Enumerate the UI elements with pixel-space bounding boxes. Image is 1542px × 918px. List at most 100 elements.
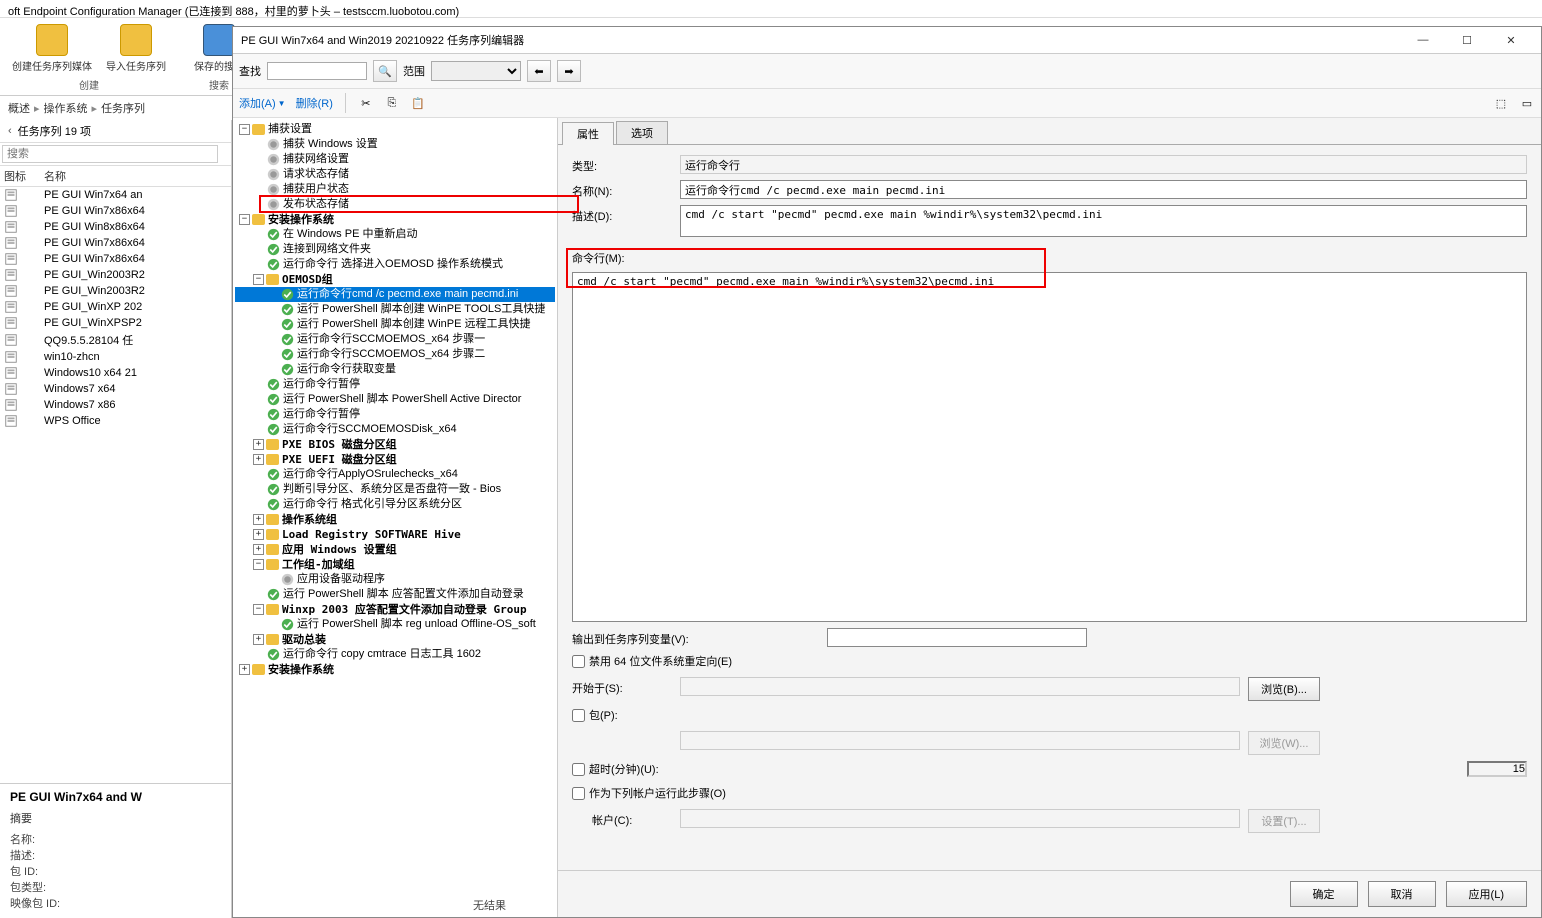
tree-panel[interactable]: −捕获设置捕获 Windows 设置捕获网络设置请求状态存储捕获用户状态发布状态… xyxy=(233,118,558,917)
ts-row[interactable]: WPS Office xyxy=(0,413,231,429)
ok-button[interactable]: 确定 xyxy=(1290,881,1358,907)
ts-row[interactable]: Windows7 x86 xyxy=(0,397,231,413)
tree-node[interactable]: 运行命令行SCCMOEMOSDisk_x64 xyxy=(235,422,555,437)
collapse-icon[interactable]: ▭ xyxy=(1519,95,1535,111)
expand-icon[interactable]: ⬚ xyxy=(1493,95,1509,111)
cancel-button[interactable]: 取消 xyxy=(1368,881,1436,907)
timeout-checkbox[interactable] xyxy=(572,763,585,776)
tree-node[interactable]: 运行命令行cmd /c pecmd.exe main pecmd.ini xyxy=(235,287,555,302)
cut-icon[interactable]: ✂ xyxy=(358,95,374,111)
copy-icon[interactable]: ⎘ xyxy=(384,95,400,111)
package-field xyxy=(680,731,1240,750)
ts-row[interactable]: PE GUI Win7x64 an xyxy=(0,187,231,203)
media-icon xyxy=(36,24,68,56)
browse-pkg-button: 浏览(W)... xyxy=(1248,731,1320,755)
tab-options[interactable]: 选项 xyxy=(616,121,668,144)
ts-row[interactable]: PE GUI Win8x86x64 xyxy=(0,219,231,235)
desc-field[interactable]: cmd /c start "pecmd" pecmd.exe main %win… xyxy=(680,205,1527,237)
tree-node[interactable]: −工作组-加域组 xyxy=(235,557,555,572)
tree-node[interactable]: 在 Windows PE 中重新启动 xyxy=(235,227,555,242)
col-icon[interactable]: 图标 xyxy=(4,168,44,184)
tree-node[interactable]: 捕获用户状态 xyxy=(235,182,555,197)
find-input[interactable] xyxy=(267,62,367,80)
browse-start-button[interactable]: 浏览(B)... xyxy=(1248,677,1320,701)
col-name[interactable]: 名称 xyxy=(44,168,66,184)
close-button[interactable]: ✕ xyxy=(1489,30,1533,50)
remove-button[interactable]: 删除(R) xyxy=(296,95,333,111)
ts-row[interactable]: PE GUI Win7x86x64 xyxy=(0,235,231,251)
edit-toolbar: 添加(A)▼ 删除(R) ✂ ⎘ 📋 ⬚ ▭ xyxy=(233,89,1541,118)
ts-row[interactable]: PE GUI Win7x86x64 xyxy=(0,251,231,267)
tree-node[interactable]: 运行 PowerShell 脚本 应答配置文件添加自动登录 xyxy=(235,587,555,602)
ts-row[interactable]: PE GUI_Win2003R2 xyxy=(0,267,231,283)
find-go-button[interactable]: 🔍 xyxy=(373,60,397,82)
ts-row[interactable]: win10-zhcn xyxy=(0,349,231,365)
tree-node[interactable]: 捕获 Windows 设置 xyxy=(235,137,555,152)
tree-node[interactable]: 运行命令行 选择进入OEMOSD 操作系统模式 xyxy=(235,257,555,272)
tree-node[interactable]: 捕获网络设置 xyxy=(235,152,555,167)
tree-node[interactable]: 运行命令行暂停 xyxy=(235,407,555,422)
dialog-title: PE GUI Win7x64 and Win2019 20210922 任务序列… xyxy=(241,32,524,48)
tree-node[interactable]: 发布状态存储 xyxy=(235,197,555,212)
tree-node[interactable]: 运行命令行获取变量 xyxy=(235,362,555,377)
tree-node[interactable]: +PXE UEFI 磁盘分区组 xyxy=(235,452,555,467)
paste-icon[interactable]: 📋 xyxy=(410,95,426,111)
timeout-field xyxy=(1467,761,1527,777)
tree-node[interactable]: 运行命令行SCCMOEMOS_x64 步骤一 xyxy=(235,332,555,347)
tree-node[interactable]: −OEMOSD组 xyxy=(235,272,555,287)
package-checkbox[interactable] xyxy=(572,709,585,722)
ts-row[interactable]: PE GUI Win7x86x64 xyxy=(0,203,231,219)
detail-panel: PE GUI Win7x64 and W 摘要 名称:描述:包 ID:包类型:映… xyxy=(0,783,231,918)
tree-node[interactable]: 判断引导分区、系统分区是否盘符一致 - Bios xyxy=(235,482,555,497)
tab-properties[interactable]: 属性 xyxy=(562,122,614,145)
scope-select[interactable] xyxy=(431,61,521,81)
tree-node[interactable]: 运行命令行 格式化引导分区系统分区 xyxy=(235,497,555,512)
list-search-input[interactable] xyxy=(2,145,218,163)
tree-node[interactable]: 运行命令行暂停 xyxy=(235,377,555,392)
find-toolbar: 查找 🔍 范围 ⬅ ➡ xyxy=(233,54,1541,89)
ts-row[interactable]: QQ9.5.5.28104 任 xyxy=(0,331,231,349)
tree-node[interactable]: 运行 PowerShell 脚本 PowerShell Active Direc… xyxy=(235,392,555,407)
tree-node[interactable]: +驱动总装 xyxy=(235,632,555,647)
find-next-button[interactable]: ➡ xyxy=(557,60,581,82)
add-button[interactable]: 添加(A)▼ xyxy=(239,95,286,111)
import-ts-button[interactable]: 导入任务序列 xyxy=(102,22,170,75)
find-prev-button[interactable]: ⬅ xyxy=(527,60,551,82)
command-line-field[interactable]: cmd /c start "pecmd" pecmd.exe main %win… xyxy=(572,272,1527,622)
ts-row[interactable]: PE GUI_Win2003R2 xyxy=(0,283,231,299)
ts-row[interactable]: PE GUI_WinXPSP2 xyxy=(0,315,231,331)
ts-row[interactable]: PE GUI_WinXP 202 xyxy=(0,299,231,315)
ts-list[interactable]: PE GUI Win7x64 anPE GUI Win7x86x64PE GUI… xyxy=(0,187,231,783)
import-icon xyxy=(120,24,152,56)
tree-node[interactable]: +操作系统组 xyxy=(235,512,555,527)
tree-node[interactable]: −安装操作系统 xyxy=(235,212,555,227)
tree-node[interactable]: 应用设备驱动程序 xyxy=(235,572,555,587)
minimize-button[interactable]: ― xyxy=(1401,30,1445,50)
tree-node[interactable]: 运行 PowerShell 脚本创建 WinPE TOOLS工具快捷 xyxy=(235,302,555,317)
create-ts-media-button[interactable]: 创建任务序列媒体 xyxy=(8,22,96,75)
tree-node[interactable]: −捕获设置 xyxy=(235,122,555,137)
tree-node[interactable]: +应用 Windows 设置组 xyxy=(235,542,555,557)
tree-node[interactable]: 运行 PowerShell 脚本创建 WinPE 远程工具快捷 xyxy=(235,317,555,332)
tree-node[interactable]: 运行命令行SCCMOEMOS_x64 步骤二 xyxy=(235,347,555,362)
ts-row[interactable]: Windows7 x64 xyxy=(0,381,231,397)
tree-node[interactable]: 运行命令行ApplyOSrulechecks_x64 xyxy=(235,467,555,482)
output-var-field[interactable] xyxy=(827,628,1087,647)
maximize-button[interactable]: ☐ xyxy=(1445,30,1489,50)
tree-node[interactable]: −Winxp 2003 应答配置文件添加自动登录 Group xyxy=(235,602,555,617)
tree-node[interactable]: 运行命令行 copy cmtrace 日志工具 1602 xyxy=(235,647,555,662)
set-account-button: 设置(T)... xyxy=(1248,809,1320,833)
tree-node[interactable]: 请求状态存储 xyxy=(235,167,555,182)
ribbon-section-search: 搜索 xyxy=(209,77,229,92)
disable-64-redirect-checkbox[interactable] xyxy=(572,655,585,668)
task-sequence-list-panel: ‹ 任务序列 19 项 图标 名称 PE GUI Win7x64 anPE GU… xyxy=(0,120,232,918)
tree-node[interactable]: +PXE BIOS 磁盘分区组 xyxy=(235,437,555,452)
name-field[interactable] xyxy=(680,180,1527,199)
tree-node[interactable]: +安装操作系统 xyxy=(235,662,555,677)
ts-row[interactable]: Windows10 x64 21 xyxy=(0,365,231,381)
tree-node[interactable]: 连接到网络文件夹 xyxy=(235,242,555,257)
tree-node[interactable]: +Load Registry SOFTWARE Hive xyxy=(235,527,555,542)
tree-node[interactable]: 运行 PowerShell 脚本 reg unload Offline-OS_s… xyxy=(235,617,555,632)
apply-button[interactable]: 应用(L) xyxy=(1446,881,1527,907)
runas-checkbox[interactable] xyxy=(572,787,585,800)
